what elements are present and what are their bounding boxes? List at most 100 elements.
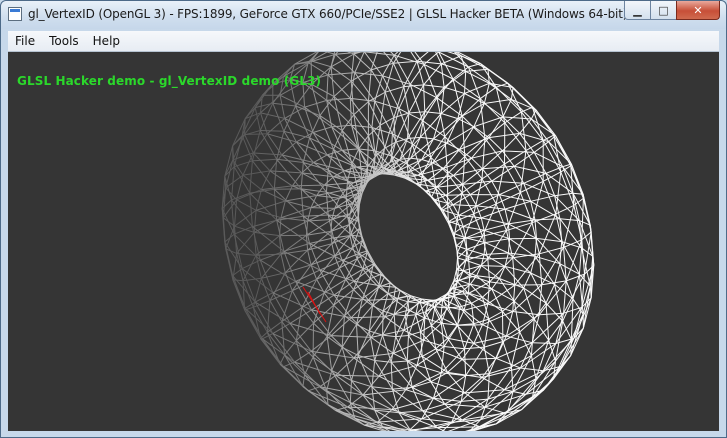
mesh-edge (305, 235, 309, 251)
mesh-edge (512, 285, 516, 312)
mesh-edge (481, 265, 506, 267)
close-icon: ✕ (693, 3, 703, 17)
mesh-edge (292, 184, 325, 187)
mesh-edge (467, 275, 471, 294)
mesh-edge (300, 162, 304, 189)
mesh-edge (489, 257, 514, 283)
mesh-edge (408, 84, 425, 114)
mesh-edge (249, 192, 278, 221)
mesh-edge (466, 248, 485, 255)
mesh-edge (280, 253, 286, 273)
torus-mesh (221, 52, 595, 431)
mesh-edge (457, 324, 483, 326)
mesh-edge (410, 52, 418, 62)
mesh-edge (279, 220, 308, 237)
mesh-edge (224, 233, 235, 243)
mesh-edge (491, 180, 524, 184)
mesh-edge (316, 195, 340, 199)
mesh-edge (393, 314, 397, 337)
mesh-edge (326, 335, 343, 348)
render-viewport[interactable]: GLSL Hacker demo - gl_VertexID demo (GL3… (8, 52, 719, 431)
mesh-edge (350, 53, 355, 82)
mesh-edge (371, 62, 394, 71)
mesh-edge (323, 176, 334, 186)
mesh-edge (372, 305, 384, 312)
mesh-edge (441, 55, 462, 65)
mesh-edge (578, 247, 582, 275)
mesh-edge (330, 66, 335, 97)
menu-help[interactable]: Help (86, 31, 127, 51)
mesh-edge (378, 286, 389, 295)
close-button[interactable]: ✕ (676, 1, 720, 20)
mesh-edge (351, 316, 386, 319)
mesh-edge (512, 257, 516, 286)
mesh-edge (453, 293, 469, 296)
mesh-edge (366, 252, 374, 265)
demo-overlay-text: GLSL Hacker demo - gl_VertexID demo (GL3… (17, 74, 322, 88)
mesh-edge (312, 126, 332, 133)
mesh-edge (465, 259, 482, 267)
mesh-edge (224, 241, 234, 276)
mesh-edge (236, 232, 255, 254)
mesh-edge (447, 306, 458, 326)
mesh-edge (285, 200, 312, 209)
mesh-edge (416, 52, 429, 62)
mesh-edge (423, 84, 445, 88)
menu-tools[interactable]: Tools (42, 31, 86, 51)
mesh-edge (495, 357, 521, 369)
mesh-edge (519, 192, 533, 223)
title-bar[interactable]: gl_VertexID (OpenGL 3) - FPS:1899, GeFor… (1, 1, 726, 29)
mesh-edge (284, 118, 297, 143)
mesh-edge (480, 217, 485, 231)
mesh-edge (342, 148, 359, 151)
mesh-edge (488, 137, 503, 152)
mesh-edge (443, 86, 465, 94)
mesh-edge (453, 237, 465, 240)
mesh-edge (374, 334, 383, 361)
mesh-edge (272, 292, 291, 324)
mesh-edge (387, 289, 401, 295)
mesh-edge (325, 169, 329, 193)
app-window-icon[interactable] (8, 7, 22, 21)
mesh-edge (555, 135, 572, 165)
mesh-edge (330, 231, 333, 244)
mesh-edge (262, 338, 295, 363)
mesh-edge (312, 336, 328, 358)
mesh-edge (316, 279, 325, 294)
mesh-edge (554, 263, 561, 285)
mesh-edge (423, 84, 426, 112)
mesh-edge (371, 386, 393, 390)
mesh-edge (395, 315, 406, 337)
mesh-edge (407, 355, 423, 362)
mesh-edge (387, 282, 391, 294)
mesh-edge (307, 207, 312, 222)
mesh-edge (409, 64, 425, 85)
menu-file[interactable]: File (8, 31, 42, 51)
mesh-edge (504, 208, 509, 225)
mesh-edge (379, 125, 386, 149)
mesh-edge (465, 237, 486, 244)
window-controls: ▁ □ ✕ (624, 1, 720, 21)
mesh-edge (324, 184, 346, 191)
mesh-edge (260, 130, 284, 132)
mesh-edge (249, 193, 253, 227)
mesh-edge (255, 200, 286, 211)
mesh-edge (514, 165, 547, 174)
mesh-edge (408, 314, 417, 336)
minimize-button[interactable]: ▁ (624, 1, 650, 20)
mesh-edge (370, 336, 394, 354)
mesh-edge (241, 259, 261, 270)
mesh-edge (244, 307, 263, 340)
mesh-edge (279, 354, 286, 365)
mesh-edge (462, 357, 497, 360)
mesh-edge (464, 377, 483, 394)
mesh-edge (532, 342, 556, 344)
mesh-edge (236, 199, 257, 211)
mesh-edge (453, 280, 458, 283)
mesh-edge (272, 102, 296, 107)
maximize-button[interactable]: □ (650, 1, 676, 20)
mesh-edge (391, 360, 408, 363)
mesh-edge (276, 158, 302, 190)
mesh-edge (234, 160, 253, 168)
mesh-edge (555, 171, 562, 214)
